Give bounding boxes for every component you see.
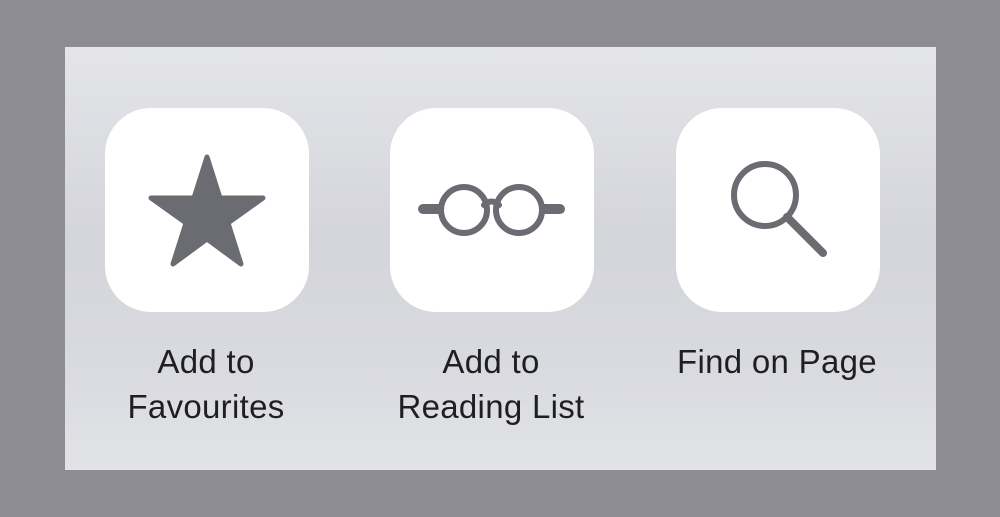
find-on-page-label: Find on Page <box>677 343 877 380</box>
share-actions-panel: Add to Favourites Add to Reading List Fi… <box>65 47 936 470</box>
add-to-reading-list-label: Add to Reading List <box>397 343 585 425</box>
add-to-favourites-action[interactable]: Add to Favourites <box>86 47 326 470</box>
find-on-page-button[interactable] <box>676 108 880 312</box>
add-to-reading-list-action[interactable]: Add to Reading List <box>371 47 611 470</box>
magnifier-icon <box>731 161 827 257</box>
find-on-page-action[interactable]: Find on Page <box>657 47 897 470</box>
add-to-favourites-label: Add to Favourites <box>127 343 285 425</box>
glasses-icon <box>418 184 565 236</box>
star-icon <box>148 154 266 267</box>
add-to-reading-list-button[interactable] <box>390 108 594 312</box>
add-to-favourites-button[interactable] <box>105 108 309 312</box>
